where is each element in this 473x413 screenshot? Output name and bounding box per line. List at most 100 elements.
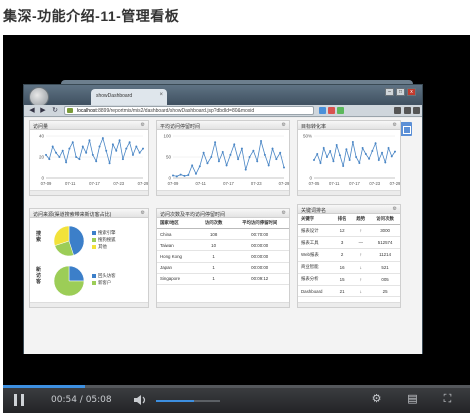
player-controls: 00:54 / 05:08 ⚙ ▤ ⛶ bbox=[3, 385, 470, 413]
data-point bbox=[68, 147, 71, 150]
x-tick-label: 07-17 bbox=[349, 181, 360, 186]
data-point bbox=[233, 143, 236, 146]
table-cell: China bbox=[157, 228, 197, 241]
dashboard-settings-icon[interactable] bbox=[400, 122, 412, 136]
data-point bbox=[206, 162, 209, 165]
gear-icon[interactable]: ⚙ bbox=[141, 210, 145, 216]
x-tick-label: 07-29 bbox=[138, 181, 148, 186]
subtitle-icon[interactable]: ▤ bbox=[406, 393, 419, 406]
column-header[interactable]: 平均访问停留时间 bbox=[230, 218, 289, 229]
maximize-button[interactable]: □ bbox=[396, 88, 405, 96]
data-point bbox=[355, 156, 358, 158]
table-row: Taiwan 10 00:00:00 bbox=[157, 239, 289, 252]
data-point bbox=[358, 162, 361, 164]
x-tick-label: 07-23 bbox=[369, 181, 380, 186]
progress-bar[interactable] bbox=[3, 385, 470, 388]
column-header[interactable]: 国家/地区 bbox=[157, 218, 197, 229]
table-cell: Web报表 bbox=[298, 248, 333, 262]
region-table: 国家/地区 访问次数 平均访问停留时间 China 108 00:70:00 Tai… bbox=[157, 218, 289, 285]
data-point bbox=[55, 151, 58, 154]
address-bar[interactable]: localhost:8899/reportmis/mis2/dashboard/… bbox=[64, 106, 314, 115]
table-row: 报表工具 3—512574 bbox=[298, 236, 400, 250]
data-point bbox=[91, 153, 94, 156]
table-cell: Taiwan bbox=[157, 239, 197, 252]
y-tick-label: 100 bbox=[163, 134, 171, 139]
column-header[interactable]: 关键字 bbox=[298, 214, 333, 225]
legend-swatch bbox=[92, 281, 96, 285]
back-icon[interactable]: ◀ bbox=[27, 106, 37, 116]
legend-label: 其他 bbox=[98, 244, 107, 249]
gear-icon[interactable]: ⚙ bbox=[282, 122, 286, 128]
tab-close-icon[interactable]: × bbox=[159, 92, 163, 98]
x-tick-label: 07-17 bbox=[223, 181, 234, 186]
data-point bbox=[78, 158, 81, 161]
forward-icon[interactable]: ▶ bbox=[38, 106, 48, 116]
column-header[interactable]: 排名 bbox=[332, 214, 352, 225]
close-button[interactable]: x bbox=[407, 88, 416, 96]
pause-icon[interactable] bbox=[13, 394, 25, 406]
table-cell: 12 bbox=[332, 224, 352, 238]
home-icon[interactable] bbox=[394, 107, 401, 114]
data-point bbox=[371, 150, 374, 152]
data-point bbox=[244, 168, 247, 171]
volume-icon[interactable] bbox=[133, 394, 147, 406]
table-row: Singapore 1 00:09:12 bbox=[157, 273, 289, 285]
gear-icon[interactable]: ⚙ bbox=[393, 122, 397, 128]
extension-icon[interactable] bbox=[319, 107, 326, 114]
settings-icon[interactable]: ⚙ bbox=[370, 393, 383, 406]
menu-icon[interactable] bbox=[413, 107, 420, 114]
browser-tab[interactable]: showDashboard × bbox=[91, 89, 167, 105]
data-point bbox=[85, 151, 88, 154]
table-cell: 25 bbox=[370, 285, 400, 298]
column-header[interactable]: 趋势 bbox=[351, 214, 371, 225]
table-cell: 2 bbox=[332, 248, 352, 262]
panel-title-text: 平均访问停留时间 bbox=[160, 124, 201, 130]
refresh-icon[interactable]: ↻ bbox=[50, 106, 60, 116]
legend-swatch bbox=[92, 245, 96, 249]
table-cell: Dashboard bbox=[298, 285, 333, 298]
data-point bbox=[65, 161, 68, 164]
gear-icon[interactable]: ⚙ bbox=[141, 122, 145, 128]
x-tick-label: 07-11 bbox=[65, 181, 76, 186]
table-cell: 00:70:00 bbox=[230, 228, 289, 241]
browser-titlebar: showDashboard × – □ x bbox=[24, 85, 422, 107]
legend-swatch bbox=[92, 238, 96, 242]
volume-slider[interactable] bbox=[156, 400, 220, 402]
data-point bbox=[263, 153, 266, 156]
data-point bbox=[175, 175, 178, 178]
panel-title-text: 访问次数及平均访问停留时间 bbox=[160, 212, 226, 218]
table-cell: 1 bbox=[196, 273, 231, 285]
line-chart-duration: 100 50 007-09 07-11 07-17 07-23 07-29 bbox=[163, 134, 290, 187]
data-point bbox=[172, 174, 174, 177]
x-tick-label: 07-09 bbox=[168, 181, 179, 186]
data-point bbox=[377, 159, 380, 161]
panel-footer bbox=[157, 302, 289, 307]
panel-title: 访问量 ⚙ bbox=[30, 121, 148, 130]
data-point bbox=[316, 153, 319, 155]
data-point bbox=[198, 165, 201, 168]
data-point bbox=[131, 153, 134, 156]
extension-icon[interactable] bbox=[337, 107, 344, 114]
data-point bbox=[381, 151, 384, 154]
fullscreen-icon[interactable]: ⛶ bbox=[441, 393, 454, 406]
panel-visits: 访问量 ⚙ 40 20 0 07-09 07-11 07-17 07-23 07-29 bbox=[29, 120, 149, 196]
data-point bbox=[329, 150, 332, 152]
table-cell: 005 bbox=[370, 273, 400, 286]
gear-icon[interactable]: ⚙ bbox=[393, 206, 397, 212]
data-point bbox=[342, 165, 345, 167]
video-player[interactable]: showDashboard × – □ x ◀ ▶ ↻ localhost:88… bbox=[3, 35, 470, 413]
column-header[interactable]: 访问次数 bbox=[370, 214, 400, 225]
table-header-row: 关键字 排名 趋势 访问次数 bbox=[298, 214, 400, 225]
gear-icon[interactable]: ⚙ bbox=[282, 210, 286, 216]
trend-icon: ↑ bbox=[351, 273, 371, 286]
series-line bbox=[45, 136, 144, 164]
y-tick-label: 0 bbox=[168, 176, 171, 181]
minimize-button[interactable]: – bbox=[385, 88, 394, 96]
data-point bbox=[121, 158, 124, 161]
data-point bbox=[183, 174, 186, 177]
panel-footer bbox=[298, 302, 400, 307]
column-header[interactable]: 访问次数 bbox=[196, 218, 231, 229]
extension-icon[interactable] bbox=[328, 107, 335, 114]
star-icon[interactable] bbox=[404, 107, 411, 114]
legend-label: 搜索引擎 bbox=[98, 230, 116, 235]
